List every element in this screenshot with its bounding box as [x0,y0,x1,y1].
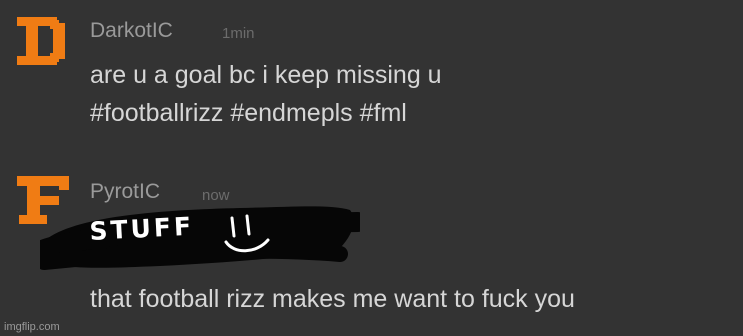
black-marker-scribble: STUFF [40,206,360,270]
message-pyrotic: PyrotIC now STUFF that football rizz mak… [0,0,743,336]
message-text-line: that football rizz makes me want to fuck… [90,285,575,313]
scribble-text: STUFF [89,212,195,246]
watermark: imgflip.com [4,321,60,333]
